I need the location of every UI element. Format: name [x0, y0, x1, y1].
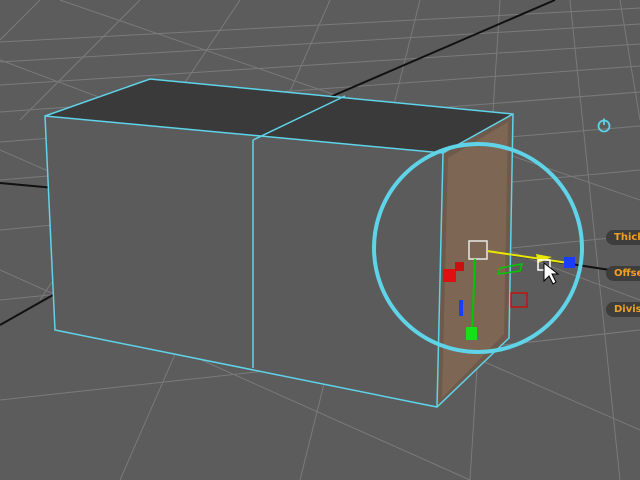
viewport-scene[interactable] [0, 0, 640, 480]
3d-viewport[interactable]: Thick Offse Divis [0, 0, 640, 480]
hud-thickness-field[interactable]: Thick [606, 230, 640, 245]
red-handle-cube[interactable] [443, 269, 456, 282]
z-axis-end-cube[interactable] [564, 257, 575, 268]
power-toggle-icon[interactable] [596, 117, 612, 133]
hud-divisions-field[interactable]: Divis [606, 302, 640, 317]
blue-marker [459, 300, 463, 316]
red-handle-small[interactable] [455, 262, 464, 271]
hud-offset-field[interactable]: Offse [606, 266, 640, 281]
y-axis-end-cube[interactable] [466, 327, 477, 340]
